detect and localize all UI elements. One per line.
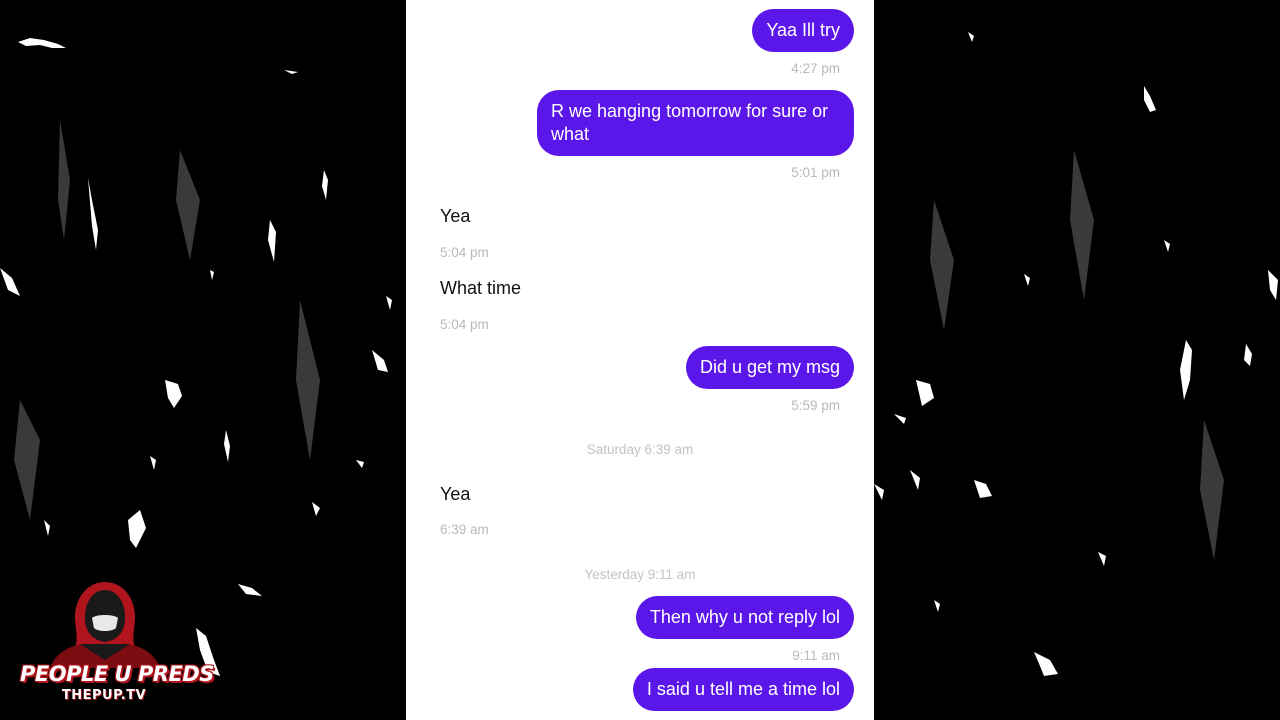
outgoing-message-bubble[interactable]: Then why u not reply lol xyxy=(635,596,854,639)
date-divider: Yesterday 9:11 am xyxy=(584,567,696,582)
message-text: I said u tell me a time lol xyxy=(646,679,840,699)
incoming-message[interactable]: What time xyxy=(440,277,521,300)
date-divider: Saturday 6:39 am xyxy=(586,442,694,457)
message-timestamp: 5:01 pm xyxy=(791,165,840,180)
outgoing-message-bubble[interactable]: Yaa Ill try xyxy=(752,9,854,52)
message-timestamp: 5:04 pm xyxy=(440,317,489,332)
incoming-message[interactable]: Yea xyxy=(440,483,470,506)
message-timestamp: 9:11 am xyxy=(792,648,840,663)
right-background-texture xyxy=(874,0,1280,720)
incoming-message[interactable]: Yea xyxy=(440,205,470,228)
outgoing-message-bubble[interactable]: R we hanging tomorrow for sure or what xyxy=(537,90,854,156)
hooded-figure-icon xyxy=(50,582,160,668)
logo-subtitle: THEPUP.TV xyxy=(61,688,147,703)
message-text: Then why u not reply lol xyxy=(649,607,840,627)
message-timestamp: 5:04 pm xyxy=(440,245,489,260)
message-text: Yea xyxy=(440,206,471,226)
logo-title: PEOPLE U PREDS xyxy=(20,662,214,686)
message-timestamp: 4:27 pm xyxy=(791,61,840,76)
message-text: R we hanging tomorrow for sure or what xyxy=(551,101,829,144)
outgoing-message-bubble[interactable]: Did u get my msg xyxy=(685,346,854,389)
message-text: Yaa Ill try xyxy=(766,20,840,40)
video-frame: Yaa Ill try 4:27 pm R we hanging tomorro… xyxy=(0,0,1280,720)
channel-logo: PEOPLE U PREDS THEPUP.TV xyxy=(20,578,214,708)
message-text: What time xyxy=(440,278,522,298)
message-text: Yea xyxy=(440,484,471,504)
message-timestamp: 5:59 pm xyxy=(791,398,840,413)
message-timestamp: 6:39 am xyxy=(440,522,489,537)
chat-conversation[interactable]: Yaa Ill try 4:27 pm R we hanging tomorro… xyxy=(406,0,874,720)
outgoing-message-bubble[interactable]: I said u tell me a time lol xyxy=(632,668,854,711)
message-text: Did u get my msg xyxy=(699,357,840,377)
